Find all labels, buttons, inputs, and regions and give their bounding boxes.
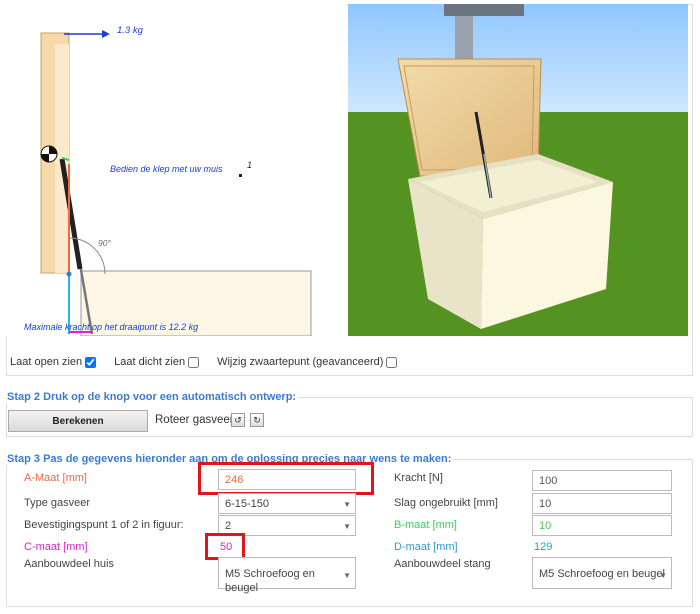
chevron-down-icon: ▼ (343, 522, 351, 531)
b-maat-label: B-maat [mm] (394, 519, 457, 531)
view-options: Laat open zien Laat dicht zien Wijzig zw… (10, 356, 398, 368)
slag-label: Slag ongebruikt [mm] (394, 497, 498, 509)
d-maat-label: D-maat [mm] (394, 541, 458, 553)
a-maat-highlight (198, 462, 374, 495)
d-maat-value: 129 (534, 541, 553, 553)
3d-preview[interactable] (348, 4, 688, 336)
chevron-down-icon: ▼ (659, 571, 667, 580)
marker-label: 1 (247, 160, 253, 170)
a-maat-label: A-Maat [mm] (24, 472, 87, 484)
show-closed-checkbox[interactable] (188, 356, 200, 368)
aanbouwdeel-stang-label: Aanbouwdeel stang (394, 558, 491, 570)
change-center-checkbox[interactable] (386, 356, 398, 368)
aanbouwdeel-stang-select[interactable]: M5 Schroefoog en beugel ▼ (532, 557, 672, 589)
show-open-checkbox[interactable] (85, 356, 97, 368)
rotate-right-button[interactable]: ↻ (250, 413, 264, 427)
force-top-label: 1.3 kg (117, 25, 143, 36)
show-closed-option[interactable]: Laat dicht zien (114, 356, 200, 368)
change-center-option[interactable]: Wijzig zwaartepunt (geavanceerd) (217, 356, 398, 368)
angle-label: 90° (98, 238, 111, 248)
chevron-down-icon: ▼ (343, 500, 351, 509)
calculate-button[interactable]: Berekenen (8, 410, 148, 432)
rotate-label: Roteer gasveer (155, 414, 234, 426)
kracht-input[interactable]: 100 (532, 470, 672, 491)
rotate-left-button[interactable]: ↺ (231, 413, 245, 427)
kracht-label: Kracht [N] (394, 472, 443, 484)
show-open-option[interactable]: Laat open zien (10, 356, 97, 368)
aanbouwdeel-huis-select[interactable]: M5 Schroefoog en beugel ▼ (218, 557, 356, 594)
aanbouwdeel-huis-label: Aanbouwdeel huis (24, 558, 114, 570)
bevestigingspunt-label: Bevestigingspunt 1 of 2 in figuur: (24, 519, 184, 531)
c-maat-highlight (205, 533, 245, 560)
chevron-down-icon: ▼ (343, 571, 351, 580)
slag-input[interactable]: 10 (532, 493, 672, 514)
lid-diagram[interactable]: 1.3 kg Bedien de klep met uw muis 1 90° … (6, 4, 346, 336)
b-maat-input[interactable]: 10 (532, 515, 672, 536)
step2-title: Stap 2 Druk op de knop voor een automati… (5, 391, 299, 403)
type-gasveer-select[interactable]: 6-15-150 ▼ (218, 493, 356, 514)
type-gasveer-label: Type gasveer (24, 497, 91, 509)
max-force-label: Maximale kracht op het draaipunt is 12.2… (24, 322, 199, 332)
instruction-label: Bedien de klep met uw muis (110, 164, 223, 174)
c-maat-label: C-maat [mm] (24, 541, 88, 553)
